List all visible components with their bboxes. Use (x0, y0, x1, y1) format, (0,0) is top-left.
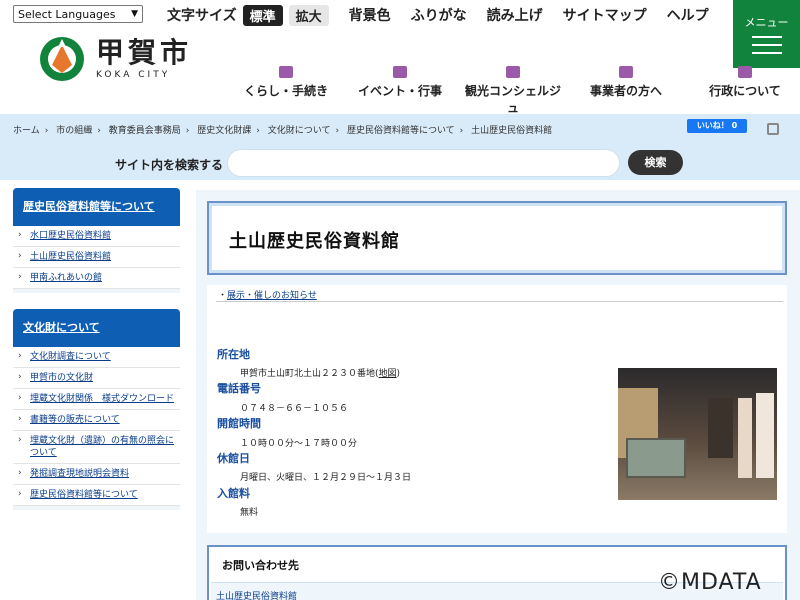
print-icon[interactable] (767, 123, 779, 135)
breadcrumb-cultural-section[interactable]: 歴史文化財課 (197, 126, 251, 136)
page-title: 土山歴史民俗資料館 (229, 231, 400, 252)
nav-business-label: 事業者の方へ (589, 84, 662, 98)
closed-label: 休館日 (217, 452, 250, 465)
breadcrumb-education-board[interactable]: 教育委員会事務局 (109, 126, 181, 136)
sidebar-item-books[interactable]: 書籍等の販売について (13, 410, 180, 431)
facebook-like-button[interactable]: いいね！ 0 (687, 119, 747, 133)
nav-life-label: くらし・手続き (243, 84, 328, 98)
sidebar-item-city-assets[interactable]: 甲賀市の文化財 (13, 368, 180, 389)
nav-events-label: イベント・行事 (357, 84, 442, 98)
phone-value: ０７４８－６６－１０５６ (240, 404, 349, 414)
chevron-down-icon: ▼ (131, 9, 138, 19)
city-emblem-icon (40, 37, 84, 81)
search-label: サイト内を検索する (115, 158, 224, 172)
address-close: ) (396, 369, 401, 379)
fee-label: 入館料 (217, 487, 250, 500)
closed-value: 月曜日、火曜日、１２月２９日～１月３日 (240, 473, 412, 483)
menu-label: メニュー (744, 16, 789, 29)
museum-interior-photo (618, 368, 777, 500)
address-text: 甲賀市土山町北土山２２３０番地( (240, 369, 379, 379)
breadcrumb-museums[interactable]: 歴史民俗資料館等について (347, 126, 455, 136)
location-label: 所在地 (217, 348, 250, 361)
nav-life[interactable]: くらし・手続き (236, 62, 336, 108)
sidebar-item-minakuchi[interactable]: 水口歴史民俗資料館 (13, 226, 180, 247)
accessibility-tools: 文字サイズ 標準 拡大 背景色 ふりがな 読み上げ サイトマップ ヘルプ (167, 4, 729, 26)
hours-label: 開館時間 (217, 417, 261, 430)
nav-tourism-label: 観光コンシェルジュ (464, 84, 561, 115)
building-icon (562, 62, 690, 82)
breadcrumb-separator: › (335, 126, 340, 136)
document-icon (690, 62, 800, 82)
search-button[interactable]: 検索 (628, 150, 683, 175)
read-aloud-link[interactable]: 読み上げ (487, 5, 543, 25)
sidebar: 歴史民俗資料館等について 水口歴史民俗資料館 土山歴史民俗資料館 甲南ふれあいの… (13, 188, 180, 524)
sidebar-item-tsuchiyama[interactable]: 土山歴史民俗資料館 (13, 247, 180, 268)
language-select-label: Select Languages (18, 7, 116, 21)
fee-value: 無料 (240, 508, 259, 518)
phone-label: 電話番号 (217, 382, 261, 395)
breadcrumb-cultural-assets[interactable]: 文化財について (268, 126, 331, 136)
furigana-link[interactable]: ふりがな (411, 5, 467, 25)
breadcrumb-current: 土山歴史民俗資料館 (471, 126, 553, 136)
search-input[interactable] (227, 149, 620, 177)
location-value: 甲賀市土山町北土山２２３０番地(地図) (240, 366, 400, 379)
watermark: ©MDATA (658, 570, 762, 595)
site-logo[interactable]: 甲賀市 KOKA CITY (38, 35, 192, 83)
map-link[interactable]: 地図 (379, 369, 397, 379)
sidebar-item-download[interactable]: 埋蔵文化財関係 様式ダウンロード (13, 389, 180, 410)
calendar-icon (336, 62, 464, 82)
menu-button[interactable]: メニュー (733, 0, 800, 68)
breadcrumb-separator: › (256, 126, 260, 136)
sidebar-title-cultural-assets[interactable]: 文化財について (13, 309, 180, 347)
breadcrumb-home[interactable]: ホーム (13, 126, 40, 136)
divider (216, 301, 783, 302)
breadcrumb-separator: › (44, 126, 49, 136)
bullet: ・ (218, 291, 228, 301)
sidebar-block-museums: 歴史民俗資料館等について 水口歴史民俗資料館 土山歴史民俗資料館 甲南ふれあいの… (13, 188, 180, 293)
breadcrumb-separator: › (459, 126, 464, 136)
contact-link[interactable]: 土山歴史民俗資料館 (216, 589, 297, 600)
binoculars-icon (464, 62, 562, 82)
nav-administration[interactable]: 行政について (690, 62, 800, 108)
sidebar-item-museums[interactable]: 歴史民俗資料館等について (13, 485, 180, 506)
font-size-label: 文字サイズ (167, 8, 237, 24)
notice-item: ・展示・催しのお知らせ (218, 288, 317, 301)
logo-name: 甲賀市 (96, 36, 193, 69)
sidebar-item-excavation[interactable]: 発掘調査現地説明会資料 (13, 464, 180, 485)
nav-administration-label: 行政について (709, 84, 781, 98)
hours-value: １０時００分～１７時００分 (240, 439, 358, 449)
nav-tourism[interactable]: 観光コンシェルジュ (464, 62, 562, 115)
sidebar-block-cultural-assets: 文化財について 文化財調査について 甲賀市の文化財 埋蔵文化財関係 様式ダウンロ… (13, 309, 180, 510)
font-standard-button[interactable]: 標準 (242, 4, 283, 26)
font-large-button[interactable]: 拡大 (288, 4, 329, 26)
sidebar-title-museums[interactable]: 歴史民俗資料館等について (13, 188, 180, 226)
breadcrumb-separator: › (185, 126, 190, 136)
house-icon (236, 62, 336, 82)
nav-events[interactable]: イベント・行事 (336, 62, 464, 108)
sidebar-item-inquiry[interactable]: 埋蔵文化財（遺跡）の有無の照会について (13, 431, 180, 464)
breadcrumb: ホーム › 市の組織 › 教育委員会事務局 › 歴史文化財課 › 文化財について › 歴史… (13, 123, 552, 136)
site-header: Select Languages ▼ 文字サイズ 標準 拡大 背景色 ふりがな 読… (0, 0, 800, 115)
help-link[interactable]: ヘルプ (667, 5, 709, 25)
contact-heading: お問い合わせ先 (222, 559, 299, 572)
logo-english: KOKA CITY (96, 70, 171, 80)
language-select[interactable]: Select Languages ▼ (13, 5, 143, 23)
sidebar-item-survey[interactable]: 文化財調査について (13, 347, 180, 368)
exhibition-news-link[interactable]: 展示・催しのお知らせ (227, 291, 317, 301)
breadcrumb-separator: › (97, 126, 101, 136)
breadcrumb-organization[interactable]: 市の組織 (56, 126, 92, 136)
global-nav: くらし・手続き イベント・行事 観光コンシェルジュ 事業者の方へ 行政について (236, 62, 800, 115)
hamburger-icon (751, 36, 782, 54)
sitemap-link[interactable]: サイトマップ (563, 5, 647, 25)
nav-business[interactable]: 事業者の方へ (562, 62, 690, 108)
sidebar-item-konan[interactable]: 甲南ふれあいの館 (13, 268, 180, 289)
background-color-link[interactable]: 背景色 (349, 5, 391, 25)
